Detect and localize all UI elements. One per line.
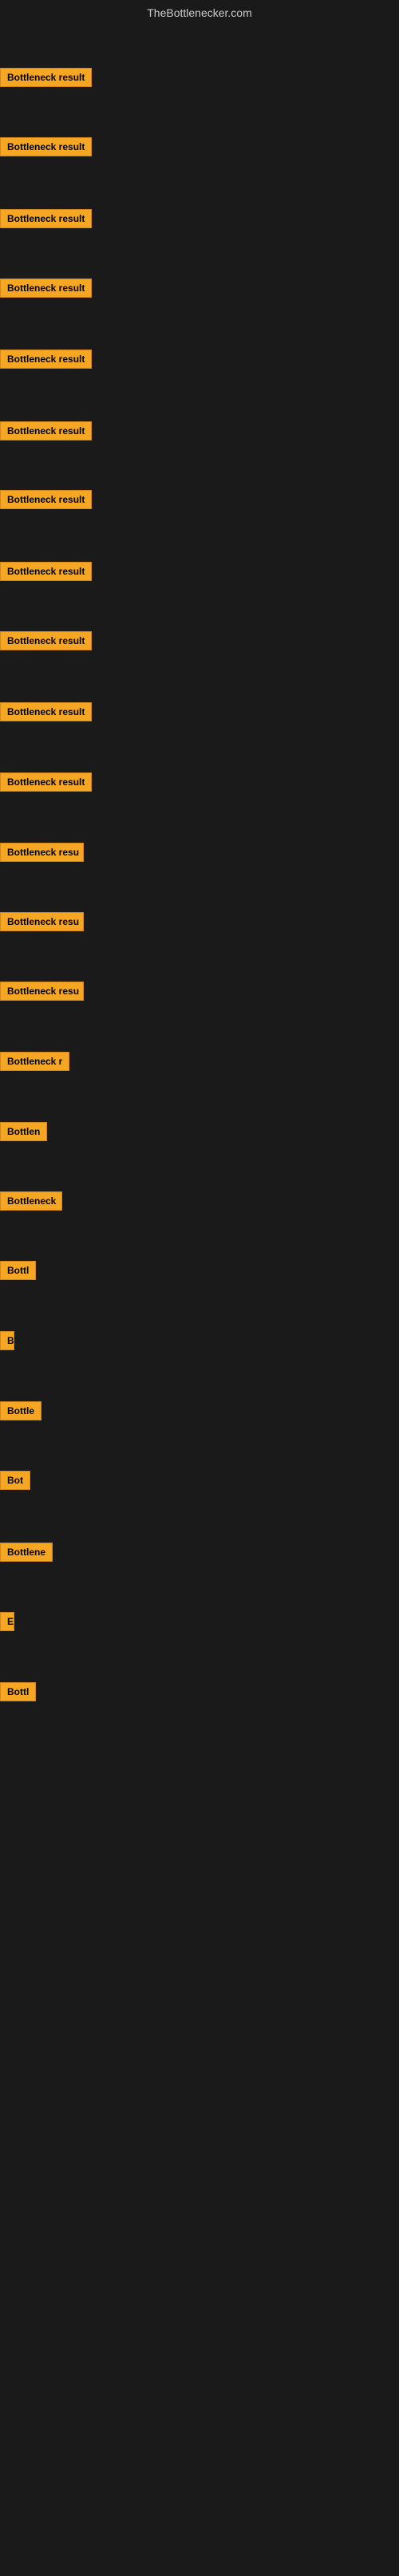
bottleneck-item-13: Bottleneck resu (0, 912, 84, 935)
bottleneck-badge-17[interactable]: Bottleneck (0, 1191, 62, 1211)
bottleneck-item-10: Bottleneck result (0, 702, 92, 725)
bottleneck-item-17: Bottleneck (0, 1191, 62, 1215)
bottleneck-item-12: Bottleneck resu (0, 843, 84, 866)
bottleneck-badge-10[interactable]: Bottleneck result (0, 702, 92, 721)
bottleneck-badge-15[interactable]: Bottleneck r (0, 1052, 69, 1071)
bottleneck-badge-6[interactable]: Bottleneck result (0, 421, 92, 441)
bottleneck-badge-12[interactable]: Bottleneck resu (0, 843, 84, 862)
bottleneck-item-1: Bottleneck result (0, 68, 92, 91)
bottleneck-item-22: Bottlene (0, 1543, 53, 1566)
bottleneck-item-6: Bottleneck result (0, 421, 92, 444)
bottleneck-item-8: Bottleneck result (0, 562, 92, 585)
bottleneck-badge-16[interactable]: Bottlen (0, 1122, 47, 1141)
bottleneck-badge-18[interactable]: Bottl (0, 1261, 36, 1280)
bottleneck-badge-3[interactable]: Bottleneck result (0, 209, 92, 228)
bottleneck-badge-14[interactable]: Bottleneck resu (0, 982, 84, 1001)
bottleneck-item-19: B (0, 1331, 14, 1354)
bottleneck-item-3: Bottleneck result (0, 209, 92, 232)
bottleneck-item-16: Bottlen (0, 1122, 47, 1145)
bottleneck-badge-20[interactable]: Bottle (0, 1401, 41, 1420)
bottleneck-item-20: Bottle (0, 1401, 41, 1424)
bottleneck-badge-5[interactable]: Bottleneck result (0, 350, 92, 369)
bottleneck-badge-24[interactable]: Bottl (0, 1682, 36, 1701)
bottleneck-badge-4[interactable]: Bottleneck result (0, 279, 92, 298)
bottleneck-item-4: Bottleneck result (0, 279, 92, 302)
site-title: TheBottlenecker.com (0, 0, 399, 22)
bottleneck-badge-1[interactable]: Bottleneck result (0, 68, 92, 87)
bottleneck-item-21: Bot (0, 1471, 30, 1494)
bottleneck-item-15: Bottleneck r (0, 1052, 69, 1075)
bottleneck-badge-21[interactable]: Bot (0, 1471, 30, 1490)
bottleneck-badge-22[interactable]: Bottlene (0, 1543, 53, 1562)
bottleneck-item-2: Bottleneck result (0, 137, 92, 160)
bottleneck-item-9: Bottleneck result (0, 631, 92, 654)
bottleneck-badge-23[interactable]: E (0, 1612, 14, 1631)
bottleneck-badge-13[interactable]: Bottleneck resu (0, 912, 84, 931)
bottleneck-item-18: Bottl (0, 1261, 36, 1284)
bottleneck-item-14: Bottleneck resu (0, 982, 84, 1005)
bottleneck-item-11: Bottleneck result (0, 772, 92, 796)
bottleneck-item-24: Bottl (0, 1682, 36, 1705)
bottleneck-badge-7[interactable]: Bottleneck result (0, 490, 92, 509)
bottleneck-badge-19[interactable]: B (0, 1331, 14, 1350)
bottleneck-badge-11[interactable]: Bottleneck result (0, 772, 92, 792)
bottleneck-item-7: Bottleneck result (0, 490, 92, 513)
bottleneck-item-23: E (0, 1612, 14, 1635)
bottleneck-badge-8[interactable]: Bottleneck result (0, 562, 92, 581)
bottleneck-badge-2[interactable]: Bottleneck result (0, 137, 92, 156)
bottleneck-item-5: Bottleneck result (0, 350, 92, 373)
bottleneck-badge-9[interactable]: Bottleneck result (0, 631, 92, 650)
